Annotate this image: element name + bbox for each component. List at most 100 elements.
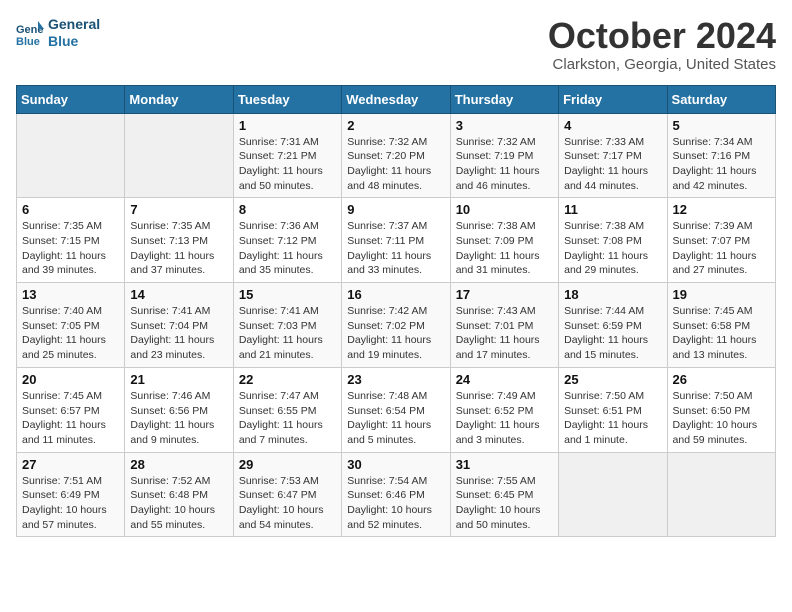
day-info: Sunrise: 7:55 AM Sunset: 6:45 PM Dayligh… — [456, 474, 553, 533]
day-info: Sunrise: 7:38 AM Sunset: 7:08 PM Dayligh… — [564, 219, 661, 278]
week-row-4: 20Sunrise: 7:45 AM Sunset: 6:57 PM Dayli… — [17, 367, 776, 452]
calendar-cell: 13 Sunrise: 7:40 AM Sunset: 7:05 PM Dayli… — [17, 283, 125, 368]
calendar-cell: 12 Sunrise: 7:39 AM Sunset: 7:07 PM Dayli… — [667, 198, 775, 283]
day-number: 30 — [347, 457, 444, 472]
day-info: Sunrise: 7:43 AM Sunset: 7:01 PM Dayligh… — [456, 304, 553, 363]
day-info: Sunrise: 7:48 AM Sunset: 6:54 PM Dayligh… — [347, 389, 444, 448]
day-info: Sunrise: 7:38 AM Sunset: 7:09 PM Dayligh… — [456, 219, 553, 278]
svg-text:Blue: Blue — [16, 36, 40, 47]
day-info: Sunrise: 7:39 AM Sunset: 7:07 PM Dayligh… — [673, 219, 770, 278]
logo-line1: General — [48, 16, 100, 33]
calendar-cell: 21 Sunrise: 7:46 AM Sunset: 6:56 PM Dayli… — [125, 367, 233, 452]
day-info: Sunrise: 7:52 AM Sunset: 6:48 PM Dayligh… — [130, 474, 227, 533]
calendar-cell: 29Sunrise: 7:53 AM Sunset: 6:47 PM Dayli… — [233, 452, 341, 537]
day-number: 6 — [22, 202, 119, 217]
calendar-cell: 15 Sunrise: 7:41 AM Sunset: 7:03 PM Dayli… — [233, 283, 341, 368]
day-info: Sunrise: 7:54 AM Sunset: 6:46 PM Dayligh… — [347, 474, 444, 533]
calendar-cell: 22 Sunrise: 7:47 AM Sunset: 6:55 PM Dayli… — [233, 367, 341, 452]
logo: General Blue General Blue — [16, 16, 100, 50]
calendar-cell: 18 Sunrise: 7:44 AM Sunset: 6:59 PM Dayli… — [559, 283, 667, 368]
day-info: Sunrise: 7:50 AM Sunset: 6:51 PM Dayligh… — [564, 389, 661, 448]
day-number: 9 — [347, 202, 444, 217]
day-info: Sunrise: 7:49 AM Sunset: 6:52 PM Dayligh… — [456, 389, 553, 448]
logo-icon: General Blue — [16, 19, 44, 47]
day-number: 3 — [456, 118, 553, 133]
day-number: 21 — [130, 372, 227, 387]
week-row-5: 27 Sunrise: 7:51 AM Sunset: 6:49 PM Dayli… — [17, 452, 776, 537]
day-info: Sunrise: 7:41 AM Sunset: 7:03 PM Dayligh… — [239, 304, 336, 363]
day-number: 2 — [347, 118, 444, 133]
calendar-cell: 14 Sunrise: 7:41 AM Sunset: 7:04 PM Dayli… — [125, 283, 233, 368]
calendar-header-row: SundayMondayTuesdayWednesdayThursdayFrid… — [17, 85, 776, 113]
location-subtitle: Clarkston, Georgia, United States — [548, 56, 776, 73]
calendar-cell: 7Sunrise: 7:35 AM Sunset: 7:13 PM Daylig… — [125, 198, 233, 283]
calendar-cell: 8 Sunrise: 7:36 AM Sunset: 7:12 PM Daylig… — [233, 198, 341, 283]
calendar-cell — [559, 452, 667, 537]
header-tuesday: Tuesday — [233, 85, 341, 113]
day-number: 25 — [564, 372, 661, 387]
day-info: Sunrise: 7:51 AM Sunset: 6:49 PM Dayligh… — [22, 474, 119, 533]
day-info: Sunrise: 7:34 AM Sunset: 7:16 PM Dayligh… — [673, 135, 770, 194]
day-info: Sunrise: 7:46 AM Sunset: 6:56 PM Dayligh… — [130, 389, 227, 448]
day-number: 28 — [130, 457, 227, 472]
day-info: Sunrise: 7:42 AM Sunset: 7:02 PM Dayligh… — [347, 304, 444, 363]
day-number: 16 — [347, 287, 444, 302]
day-info: Sunrise: 7:45 AM Sunset: 6:58 PM Dayligh… — [673, 304, 770, 363]
day-info: Sunrise: 7:31 AM Sunset: 7:21 PM Dayligh… — [239, 135, 336, 194]
day-info: Sunrise: 7:32 AM Sunset: 7:19 PM Dayligh… — [456, 135, 553, 194]
calendar-cell: 24Sunrise: 7:49 AM Sunset: 6:52 PM Dayli… — [450, 367, 558, 452]
day-number: 23 — [347, 372, 444, 387]
day-info: Sunrise: 7:44 AM Sunset: 6:59 PM Dayligh… — [564, 304, 661, 363]
calendar-cell — [125, 113, 233, 198]
calendar-cell — [17, 113, 125, 198]
header-thursday: Thursday — [450, 85, 558, 113]
calendar-cell — [667, 452, 775, 537]
calendar-cell: 23 Sunrise: 7:48 AM Sunset: 6:54 PM Dayli… — [342, 367, 450, 452]
calendar-cell: 16 Sunrise: 7:42 AM Sunset: 7:02 PM Dayli… — [342, 283, 450, 368]
day-number: 22 — [239, 372, 336, 387]
day-info: Sunrise: 7:41 AM Sunset: 7:04 PM Dayligh… — [130, 304, 227, 363]
day-number: 11 — [564, 202, 661, 217]
day-number: 26 — [673, 372, 770, 387]
day-number: 14 — [130, 287, 227, 302]
day-number: 15 — [239, 287, 336, 302]
day-number: 31 — [456, 457, 553, 472]
calendar-cell: 2Sunrise: 7:32 AM Sunset: 7:20 PM Daylig… — [342, 113, 450, 198]
day-number: 20 — [22, 372, 119, 387]
day-info: Sunrise: 7:47 AM Sunset: 6:55 PM Dayligh… — [239, 389, 336, 448]
day-number: 8 — [239, 202, 336, 217]
day-info: Sunrise: 7:50 AM Sunset: 6:50 PM Dayligh… — [673, 389, 770, 448]
calendar-cell: 10 Sunrise: 7:38 AM Sunset: 7:09 PM Dayli… — [450, 198, 558, 283]
logo-line2: Blue — [48, 33, 100, 50]
day-number: 19 — [673, 287, 770, 302]
day-info: Sunrise: 7:37 AM Sunset: 7:11 PM Dayligh… — [347, 219, 444, 278]
day-info: Sunrise: 7:35 AM Sunset: 7:13 PM Dayligh… — [130, 219, 227, 278]
header-monday: Monday — [125, 85, 233, 113]
calendar-cell: 30 Sunrise: 7:54 AM Sunset: 6:46 PM Dayli… — [342, 452, 450, 537]
header-sunday: Sunday — [17, 85, 125, 113]
calendar-cell: 4Sunrise: 7:33 AM Sunset: 7:17 PM Daylig… — [559, 113, 667, 198]
calendar-cell: 17 Sunrise: 7:43 AM Sunset: 7:01 PM Dayli… — [450, 283, 558, 368]
header-wednesday: Wednesday — [342, 85, 450, 113]
day-number: 17 — [456, 287, 553, 302]
day-number: 18 — [564, 287, 661, 302]
day-info: Sunrise: 7:33 AM Sunset: 7:17 PM Dayligh… — [564, 135, 661, 194]
calendar-cell: 11 Sunrise: 7:38 AM Sunset: 7:08 PM Dayli… — [559, 198, 667, 283]
day-number: 12 — [673, 202, 770, 217]
calendar-cell: 28 Sunrise: 7:52 AM Sunset: 6:48 PM Dayli… — [125, 452, 233, 537]
day-number: 13 — [22, 287, 119, 302]
calendar-cell: 25 Sunrise: 7:50 AM Sunset: 6:51 PM Dayli… — [559, 367, 667, 452]
calendar-cell: 1Sunrise: 7:31 AM Sunset: 7:21 PM Daylig… — [233, 113, 341, 198]
calendar-table: SundayMondayTuesdayWednesdayThursdayFrid… — [16, 85, 776, 538]
day-number: 5 — [673, 118, 770, 133]
calendar-cell: 9 Sunrise: 7:37 AM Sunset: 7:11 PM Daylig… — [342, 198, 450, 283]
week-row-3: 13 Sunrise: 7:40 AM Sunset: 7:05 PM Dayli… — [17, 283, 776, 368]
calendar-cell: 5 Sunrise: 7:34 AM Sunset: 7:16 PM Daylig… — [667, 113, 775, 198]
week-row-1: 1Sunrise: 7:31 AM Sunset: 7:21 PM Daylig… — [17, 113, 776, 198]
day-number: 10 — [456, 202, 553, 217]
day-info: Sunrise: 7:36 AM Sunset: 7:12 PM Dayligh… — [239, 219, 336, 278]
day-number: 27 — [22, 457, 119, 472]
day-info: Sunrise: 7:40 AM Sunset: 7:05 PM Dayligh… — [22, 304, 119, 363]
calendar-cell: 31 Sunrise: 7:55 AM Sunset: 6:45 PM Dayli… — [450, 452, 558, 537]
week-row-2: 6Sunrise: 7:35 AM Sunset: 7:15 PM Daylig… — [17, 198, 776, 283]
